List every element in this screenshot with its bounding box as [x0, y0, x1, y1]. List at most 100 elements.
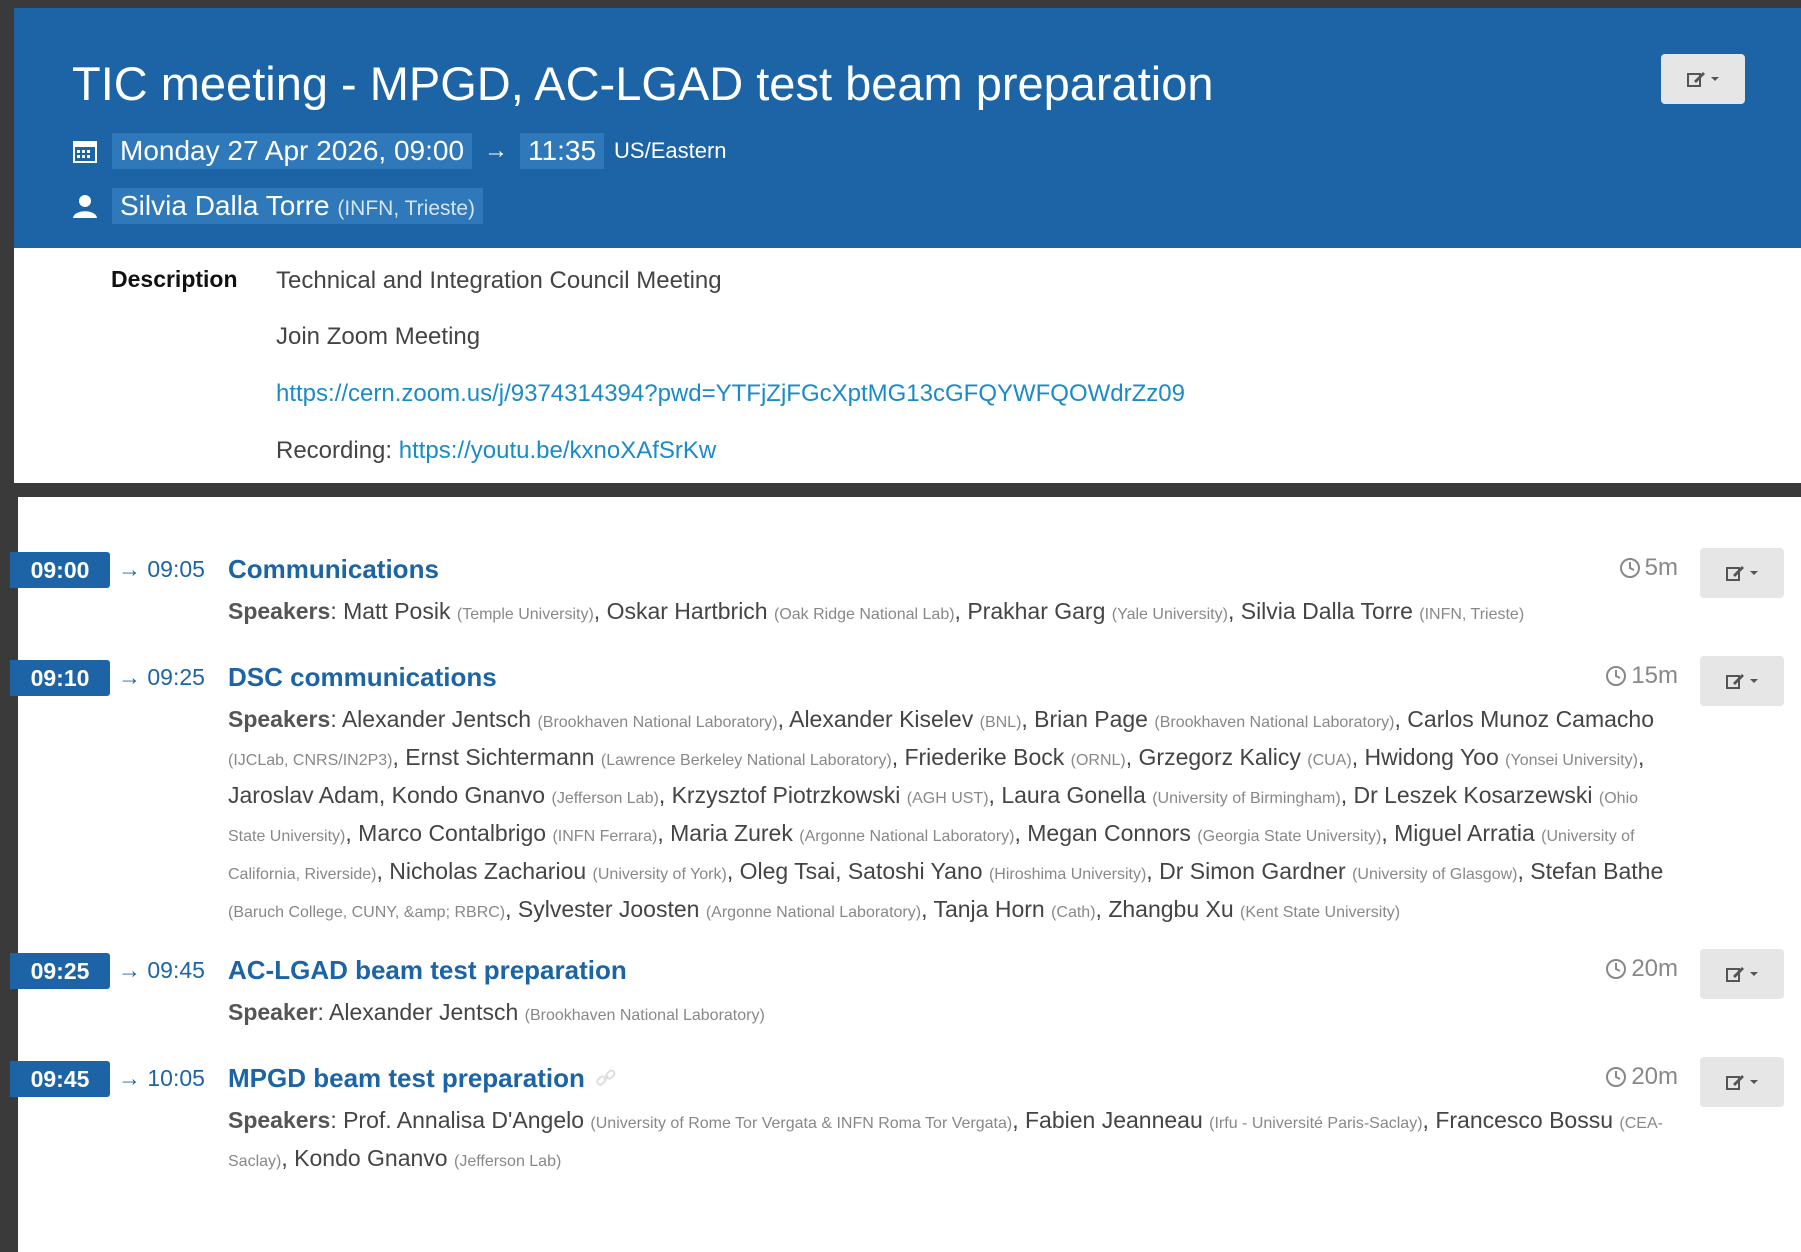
speaker-affiliation: (CUA): [1307, 752, 1352, 769]
duration-text: 15m: [1631, 662, 1678, 689]
speaker-name[interactable]: Kondo Gnanvo: [392, 782, 545, 808]
chair-link[interactable]: Silvia Dalla Torre (INFN, Trieste): [112, 188, 484, 224]
speaker-name[interactable]: Alexander Kiselev: [789, 706, 973, 732]
recording-label: Recording:: [276, 437, 399, 464]
item-duration: 20m: [1605, 1063, 1678, 1091]
speaker-name[interactable]: Carlos Munoz Camacho: [1407, 706, 1654, 732]
link-icon[interactable]: [595, 1065, 617, 1096]
speaker-name[interactable]: Prakhar Garg: [967, 598, 1105, 624]
item-start-time: 09:00: [10, 552, 110, 588]
speaker-name[interactable]: Tanja Horn: [933, 896, 1044, 922]
event-edit-button[interactable]: [1661, 54, 1745, 104]
timetable: 09:00 → 09:05 Communications 5m Speakers…: [10, 497, 1801, 1252]
event-page: TIC meeting - MPGD, AC-LGAD test beam pr…: [10, 8, 1801, 1252]
item-end-time: → 09:05: [118, 556, 205, 582]
speaker-affiliation: (INFN Ferrara): [552, 828, 658, 845]
speaker-name[interactable]: Matt Posik: [343, 598, 450, 624]
speaker-name[interactable]: Francesco Bossu: [1435, 1107, 1613, 1133]
speaker-name[interactable]: Maria Zurek: [670, 820, 793, 846]
speakers-label: Speakers: [228, 706, 331, 732]
speaker-name[interactable]: Satoshi Yano: [848, 858, 983, 884]
description-label: Description: [111, 266, 238, 292]
speakers-list: Speakers: Alexander Jentsch (Brookhaven …: [228, 706, 1664, 922]
speaker-name[interactable]: Alexander Jentsch: [342, 706, 531, 732]
event-chair-row: Silvia Dalla Torre (INFN, Trieste): [70, 188, 484, 224]
event-start-datetime: Monday 27 Apr 2026, 09:00: [112, 133, 473, 169]
speaker-name[interactable]: Megan Connors: [1027, 820, 1191, 846]
timetable-border: [14, 497, 18, 1252]
speaker-name[interactable]: Brian Page: [1034, 706, 1148, 732]
item-end-time: → 10:05: [118, 1065, 205, 1091]
section-divider: [14, 483, 1801, 497]
speaker-name[interactable]: Alexander Jentsch: [329, 999, 518, 1025]
item-edit-button[interactable]: [1700, 656, 1784, 706]
item-title[interactable]: DSC communications: [228, 662, 497, 693]
item-edit-button[interactable]: [1700, 949, 1784, 999]
speaker-name[interactable]: Dr Simon Gardner: [1159, 858, 1346, 884]
zoom-link[interactable]: https://cern.zoom.us/j/9374314394?pwd=YT…: [276, 380, 1185, 407]
speaker-name[interactable]: Miguel Arratia: [1394, 820, 1535, 846]
item-duration: 20m: [1605, 955, 1678, 983]
speaker-affiliation: (Lawrence Berkeley National Laboratory): [600, 752, 892, 769]
speaker-name[interactable]: Silvia Dalla Torre: [1241, 598, 1413, 624]
item-title[interactable]: MPGD beam test preparation: [228, 1063, 585, 1093]
item-start-time: 09:10: [10, 660, 110, 696]
clock-icon: [1606, 666, 1627, 686]
speaker-name[interactable]: Oleg Tsai: [740, 858, 835, 884]
speaker-affiliation: (Yonsei University): [1505, 752, 1638, 769]
chair-affiliation: (INFN, Trieste): [337, 197, 476, 220]
speaker-affiliation: (Argonne National Laboratory): [799, 828, 1015, 845]
speaker-name[interactable]: Hwidong Yoo: [1364, 744, 1498, 770]
speaker-affiliation: (University of Birmingham): [1152, 790, 1341, 807]
chair-name: Silvia Dalla Torre: [120, 190, 330, 221]
user-icon: [70, 191, 100, 221]
speaker-affiliation: (Oak Ridge National Lab): [774, 606, 955, 623]
item-edit-button[interactable]: [1700, 1057, 1784, 1107]
speaker-affiliation: (IJCLab, CNRS/IN2P3): [228, 752, 393, 769]
speaker-name[interactable]: Laura Gonella: [1001, 782, 1146, 808]
edit-icon: [1726, 967, 1758, 982]
speaker-affiliation: (AGH UST): [906, 790, 989, 807]
speaker-name[interactable]: Oskar Hartbrich: [607, 598, 768, 624]
speaker-name[interactable]: Fabien Jeanneau: [1025, 1107, 1203, 1133]
item-duration: 5m: [1619, 554, 1678, 582]
speaker-name[interactable]: Grzegorz Kalicy: [1139, 744, 1301, 770]
item-title[interactable]: Communications: [228, 554, 439, 585]
event-header: TIC meeting - MPGD, AC-LGAD test beam pr…: [14, 8, 1801, 248]
speaker-name[interactable]: Friederike Bock: [904, 744, 1064, 770]
speaker-affiliation: (University of Rome Tor Vergata & INFN R…: [590, 1115, 1013, 1132]
speaker-name[interactable]: Marco Contalbrigo: [358, 820, 546, 846]
recording-link[interactable]: https://youtu.be/kxnoXAfSrKw: [399, 437, 717, 464]
speaker-affiliation: (Jefferson Lab): [551, 790, 659, 807]
speaker-affiliation: (Temple University): [456, 606, 594, 623]
speaker-name[interactable]: Kondo Gnanvo: [294, 1145, 447, 1171]
speaker-affiliation: (ORNL): [1070, 752, 1126, 769]
speaker-name[interactable]: Jaroslav Adam: [228, 782, 379, 808]
duration-text: 5m: [1644, 554, 1678, 581]
speaker-name[interactable]: Krzysztof Piotrzkowski: [672, 782, 901, 808]
speaker-name[interactable]: Stefan Bathe: [1530, 858, 1663, 884]
event-timezone: US/Eastern: [614, 138, 727, 163]
speaker-name[interactable]: Sylvester Joosten: [518, 896, 700, 922]
description-line-2: Join Zoom Meeting: [276, 323, 481, 350]
edit-icon: [1687, 72, 1719, 87]
speaker-name[interactable]: Dr Leszek Kosarzewski: [1353, 782, 1592, 808]
item-edit-button[interactable]: [1700, 548, 1784, 598]
description-line-3: https://cern.zoom.us/j/9374314394?pwd=YT…: [276, 380, 1185, 408]
edit-icon: [1726, 1075, 1758, 1090]
speaker-name[interactable]: Ernst Sichtermann: [405, 744, 594, 770]
speaker-affiliation: (Brookhaven National Laboratory): [1154, 714, 1395, 731]
edit-icon: [1726, 566, 1758, 581]
speakers-label: Speaker: [228, 999, 318, 1025]
speaker-name[interactable]: Zhangbu Xu: [1108, 896, 1233, 922]
item-end-time: → 09:45: [118, 957, 205, 983]
item-title[interactable]: AC-LGAD beam test preparation: [228, 955, 627, 986]
speaker-affiliation: (INFN, Trieste): [1419, 606, 1525, 623]
speakers-label: Speakers: [228, 598, 331, 624]
speaker-name[interactable]: Prof. Annalisa D'Angelo: [343, 1107, 584, 1133]
speaker-affiliation: (Baruch College, CUNY, &amp; RBRC): [228, 904, 506, 921]
item-start-time: 09:25: [10, 953, 110, 989]
clock-icon: [1606, 1067, 1627, 1087]
speaker-name[interactable]: Nicholas Zachariou: [389, 858, 586, 884]
speaker-affiliation: (Hiroshima University): [988, 866, 1147, 883]
